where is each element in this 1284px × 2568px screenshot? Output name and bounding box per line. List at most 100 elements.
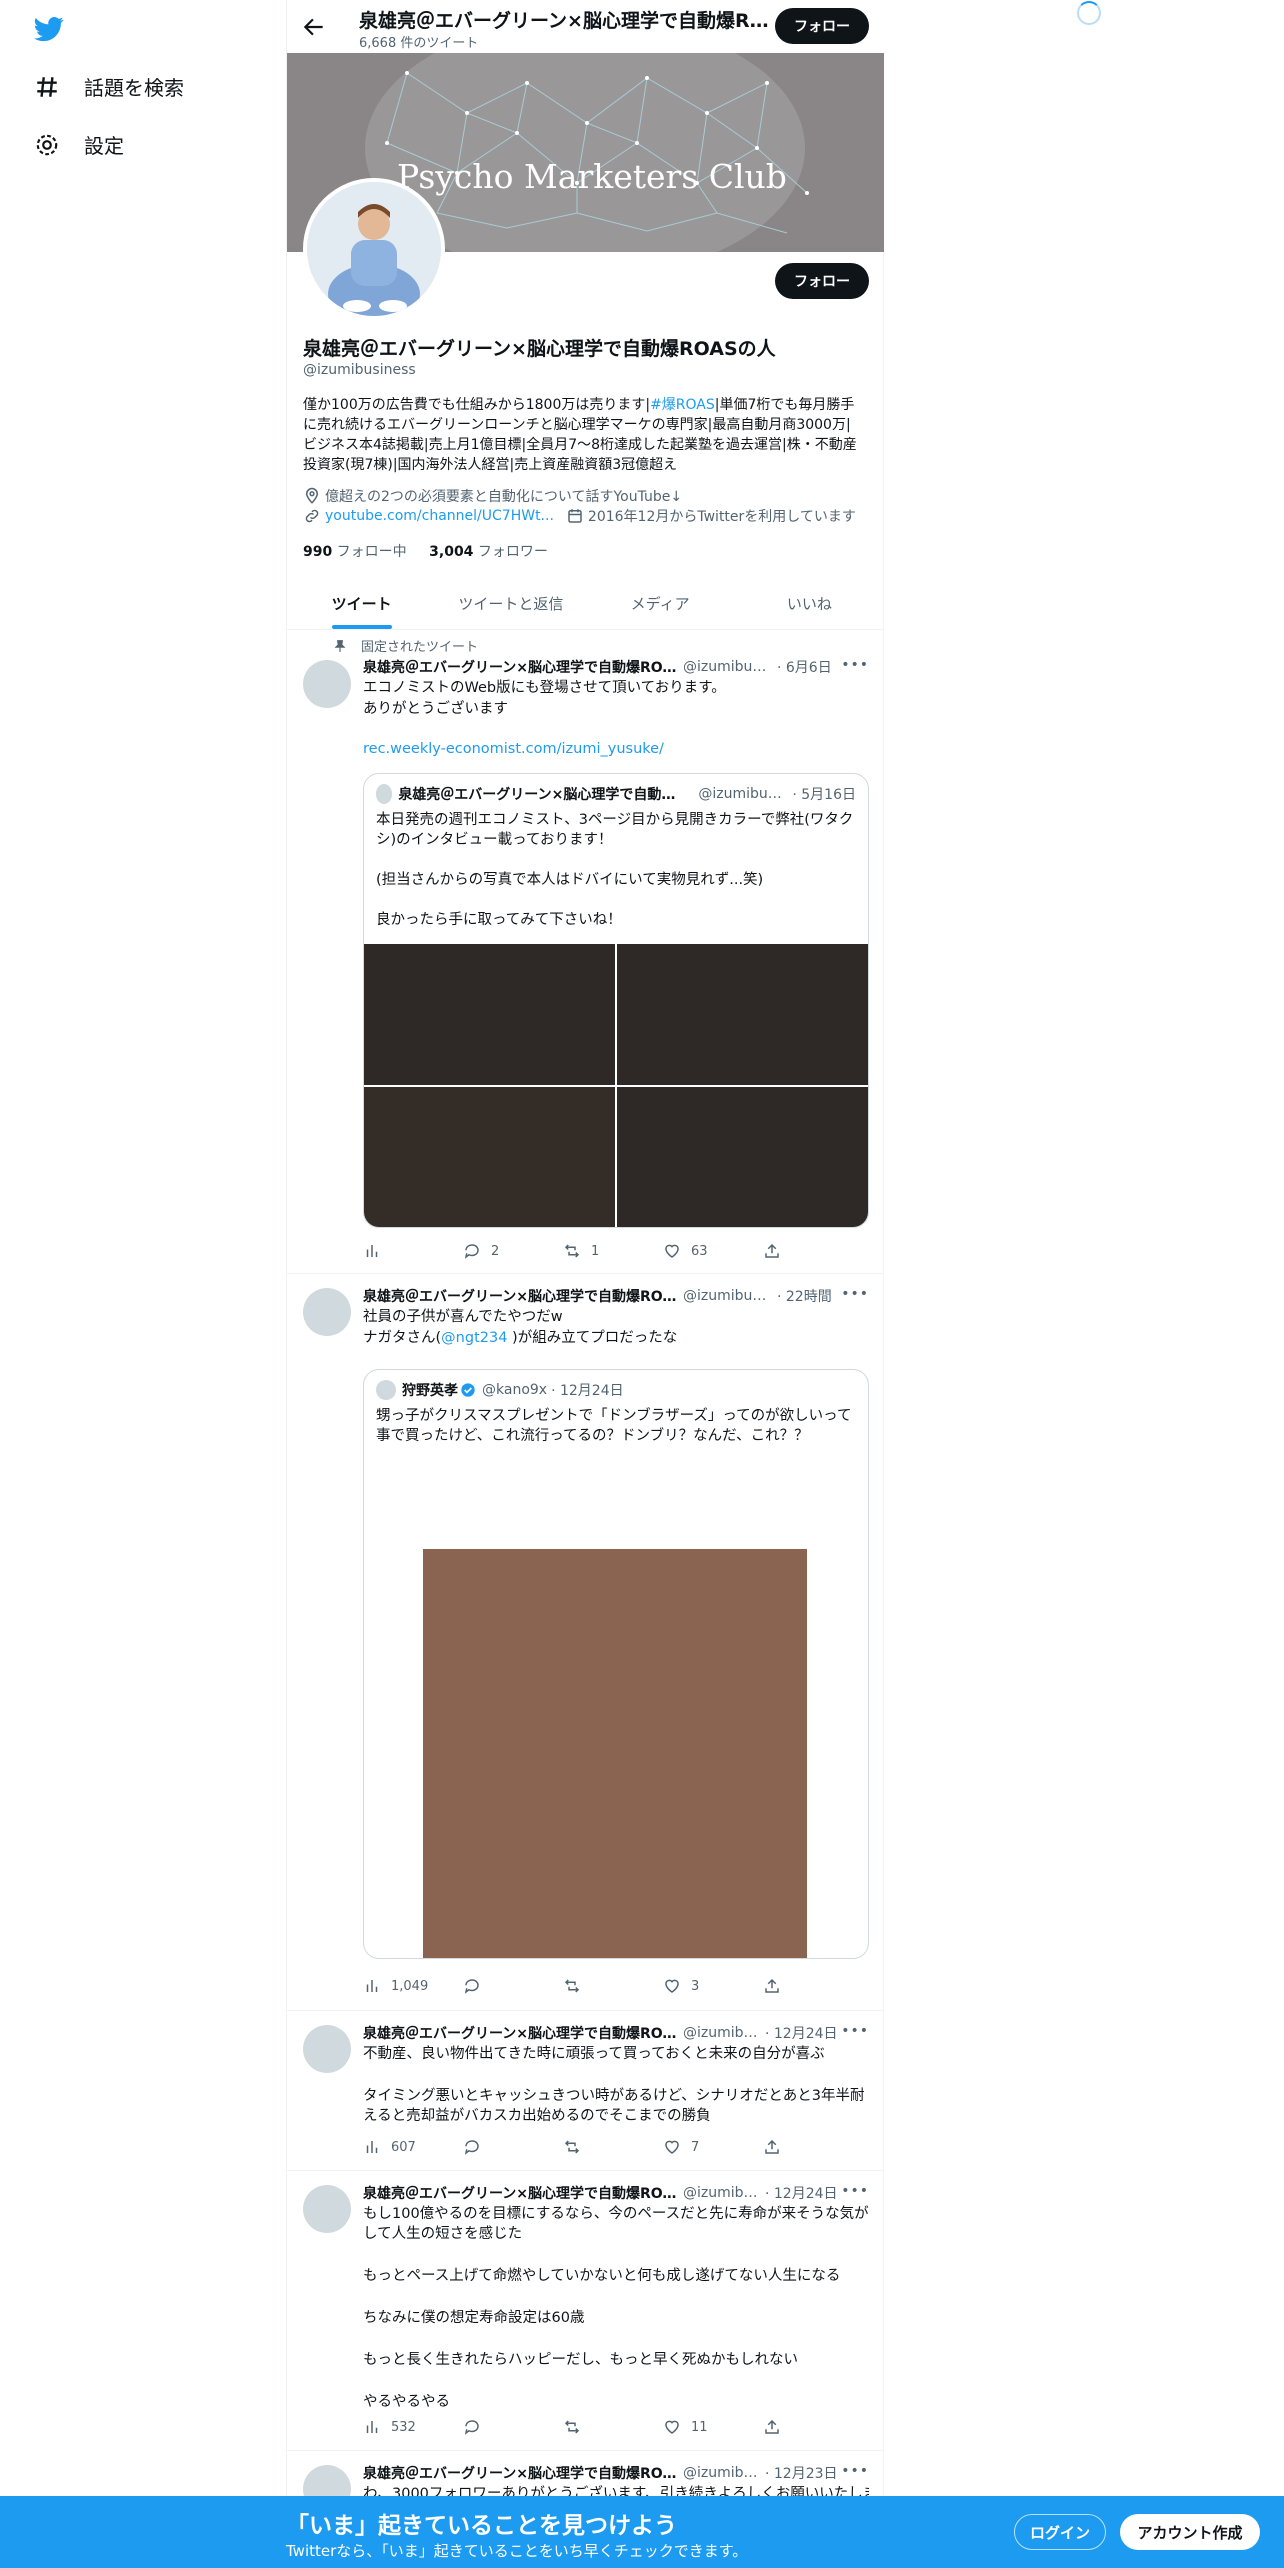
- quoted-tweet[interactable]: 泉雄亮＠エバーグリーン×脳心理学で自動爆ROASの人 @izumibusines…: [363, 773, 869, 1228]
- tweet-time[interactable]: · 12月23日: [765, 2463, 838, 2483]
- quoted-text-line: 本日発売の週刊エコノミスト、3ページ目から見開きカラーで弊社(ワタクシ)のインタ…: [376, 812, 854, 848]
- reply-button[interactable]: [463, 2138, 543, 2156]
- tweet-body: 泉雄亮＠エバーグリーン×脳心理学で自動爆ROASの人 @izumibusines…: [363, 657, 869, 759]
- quoted-media-grid: [364, 944, 868, 1227]
- heart-icon: [665, 1979, 679, 1993]
- header-follow-button[interactable]: フォロー: [775, 8, 869, 44]
- more-options-icon[interactable]: •••: [841, 2183, 869, 2199]
- tweet-author-handle[interactable]: @izumibusiness: [683, 1288, 773, 1304]
- tab-media[interactable]: メディア: [586, 577, 735, 629]
- profile-header-bar: 泉雄亮＠エバーグリーン×脳心理学で自動爆ROASの人 6,668 件のツイート …: [287, 0, 884, 53]
- retweet-button[interactable]: 1: [563, 1242, 643, 1260]
- following-link[interactable]: 990 フォロー中: [303, 544, 407, 560]
- like-button[interactable]: 11: [663, 2418, 743, 2436]
- views-button[interactable]: 532: [363, 2418, 443, 2436]
- share-button[interactable]: [763, 2418, 793, 2436]
- reply-button[interactable]: [463, 2418, 543, 2436]
- tweet-author-handle[interactable]: @izumibusiness: [683, 659, 773, 675]
- media-image[interactable]: [617, 944, 868, 1085]
- tweet-time[interactable]: · 6月6日: [777, 657, 832, 677]
- tweet-author-handle[interactable]: @izumibusiness: [683, 2465, 761, 2481]
- views-button[interactable]: 607: [363, 2138, 443, 2156]
- tweet-author-name[interactable]: 泉雄亮＠エバーグリーン×脳心理学で自動爆ROASの人: [363, 657, 679, 677]
- tweet-author-name[interactable]: 泉雄亮＠エバーグリーン×脳心理学で自動爆ROASの人: [363, 1286, 679, 1306]
- profile-avatar[interactable]: [303, 178, 445, 320]
- views-button[interactable]: [363, 1242, 443, 1260]
- share-button[interactable]: [763, 1977, 793, 1995]
- back-arrow-icon[interactable]: [301, 14, 327, 40]
- views-button[interactable]: 1,049: [363, 1977, 443, 1995]
- reply-icon: [464, 2420, 479, 2435]
- tab-tweets-replies[interactable]: ツイートと返信: [436, 577, 585, 629]
- tweet[interactable]: 泉雄亮＠エバーグリーン×脳心理学で自動爆ROASの人 @izumibusines…: [287, 2171, 884, 2451]
- tweet-avatar[interactable]: [303, 1288, 351, 1336]
- tweet-avatar[interactable]: [303, 660, 351, 708]
- tweet-author-name[interactable]: 泉雄亮＠エバーグリーン×脳心理学で自動爆ROASの人: [363, 2463, 679, 2483]
- tweet-actions: 1,049 3: [363, 1977, 793, 1995]
- tweet[interactable]: 泉雄亮＠エバーグリーン×脳心理学で自動爆ROASの人 @izumibusines…: [287, 2011, 884, 2171]
- signup-button[interactable]: アカウント作成: [1120, 2514, 1260, 2550]
- tweet-avatar[interactable]: [303, 2185, 351, 2233]
- tab-likes[interactable]: いいね: [735, 577, 884, 629]
- nav-settings[interactable]: 設定: [34, 130, 124, 159]
- tweet-text-line: エコノミストのWeb版にも登場させて頂いております。: [363, 680, 726, 696]
- tweet-time[interactable]: · 22時間: [777, 1286, 832, 1306]
- tweet-author-name[interactable]: 泉雄亮＠エバーグリーン×脳心理学で自動爆ROASの人: [363, 2183, 679, 2203]
- tweet-text-line: もし100億やるのを目標にするなら、今のペースだと先に寿命が来そうな気がして人生…: [363, 2206, 869, 2242]
- tweet-text-spacer: [363, 2245, 869, 2265]
- more-options-icon[interactable]: •••: [841, 2463, 869, 2479]
- like-button[interactable]: 7: [663, 2138, 743, 2156]
- more-options-icon[interactable]: •••: [841, 657, 869, 673]
- hashtag-icon: [37, 76, 57, 97]
- like-button[interactable]: 3: [663, 1977, 743, 1995]
- tweet-time[interactable]: · 12月24日: [765, 2183, 838, 2203]
- tweet-author-name[interactable]: 泉雄亮＠エバーグリーン×脳心理学で自動爆ROASの人: [363, 2023, 679, 2043]
- tweet-author-handle[interactable]: @izumibusiness: [683, 2025, 761, 2041]
- tab-tweets[interactable]: ツイート: [287, 577, 436, 629]
- quoted-author-name: 泉雄亮＠エバーグリーン×脳心理学で自動爆ROASの人: [398, 787, 682, 803]
- retweet-icon: [564, 2140, 580, 2154]
- more-options-icon[interactable]: •••: [841, 1286, 869, 1302]
- retweet-button[interactable]: [563, 1977, 643, 1995]
- quoted-tweet[interactable]: 狩野英孝 @kano9x · 12月24日 甥っ子がクリスマスプレゼントで「ドン…: [363, 1369, 869, 1959]
- tweet-body: 泉雄亮＠エバーグリーン×脳心理学で自動爆ROASの人 @izumibusines…: [363, 2183, 869, 2412]
- reply-button[interactable]: [463, 1977, 543, 1995]
- media-image[interactable]: [617, 1087, 868, 1227]
- like-button[interactable]: 63: [663, 1242, 743, 1260]
- retweet-button[interactable]: [563, 2418, 643, 2436]
- profile-name: 泉雄亮＠エバーグリーン×脳心理学で自動爆ROASの人: [303, 338, 776, 360]
- calendar-icon: [568, 509, 582, 523]
- primary-column: 泉雄亮＠エバーグリーン×脳心理学で自動爆ROASの人 6,668 件のツイート …: [286, 0, 884, 2568]
- tweet[interactable]: 泉雄亮＠エバーグリーン×脳心理学で自動爆ROASの人 @izumibusines…: [287, 1274, 884, 2011]
- reply-count: 2: [491, 1243, 500, 1259]
- more-options-icon[interactable]: •••: [841, 2023, 869, 2039]
- media-image[interactable]: [364, 1087, 615, 1227]
- login-button[interactable]: ログイン: [1014, 2514, 1106, 2550]
- signup-banner: 「いま」起きていることを見つけよう Twitterなら、「いま」起きていることを…: [0, 2496, 1284, 2568]
- followers-link[interactable]: 3,004 フォロワー: [429, 544, 548, 560]
- retweet-button[interactable]: [563, 2138, 643, 2156]
- tweet-header: 泉雄亮＠エバーグリーン×脳心理学で自動爆ROASの人 @izumibusines…: [363, 2183, 869, 2203]
- tweet-actions: 532 11: [363, 2418, 793, 2436]
- nav-explore[interactable]: 話題を検索: [34, 72, 184, 101]
- share-button[interactable]: [763, 2138, 793, 2156]
- media-image[interactable]: [364, 944, 615, 1085]
- media-image[interactable]: [423, 1549, 807, 1958]
- reply-button[interactable]: 2: [463, 1242, 543, 1260]
- tweet-text-spacer: [363, 2065, 869, 2085]
- tweet-header: 泉雄亮＠エバーグリーン×脳心理学で自動爆ROASの人 @izumibusines…: [363, 2023, 869, 2043]
- quoted-author-handle: @izumibusiness: [698, 786, 788, 802]
- tweet-pinned[interactable]: 固定されたツイート 泉雄亮＠エバーグリーン×脳心理学で自動爆ROASの人 @iz…: [287, 630, 884, 1274]
- twitter-logo-icon[interactable]: [33, 14, 65, 44]
- tweet-text-line: 不動産、良い物件出てきた時に頑張って買っておくと未来の自分が喜ぶ: [363, 2046, 825, 2062]
- tweet-avatar[interactable]: [303, 2025, 351, 2073]
- tweet-link[interactable]: rec.weekly-economist.com/izumi_yusuke/: [363, 739, 869, 759]
- share-icon: [765, 1243, 779, 1258]
- profile-url-link[interactable]: youtube.com/channel/UC7HWt...: [325, 508, 554, 524]
- profile-follow-button[interactable]: フォロー: [775, 263, 869, 299]
- mention-link[interactable]: @ngt234: [441, 1330, 507, 1346]
- bio-hashtag-link[interactable]: #爆ROAS: [650, 397, 715, 413]
- tweet-time[interactable]: · 12月24日: [765, 2023, 838, 2043]
- tweet-author-handle[interactable]: @izumibusiness: [683, 2185, 761, 2201]
- share-button[interactable]: [763, 1242, 793, 1260]
